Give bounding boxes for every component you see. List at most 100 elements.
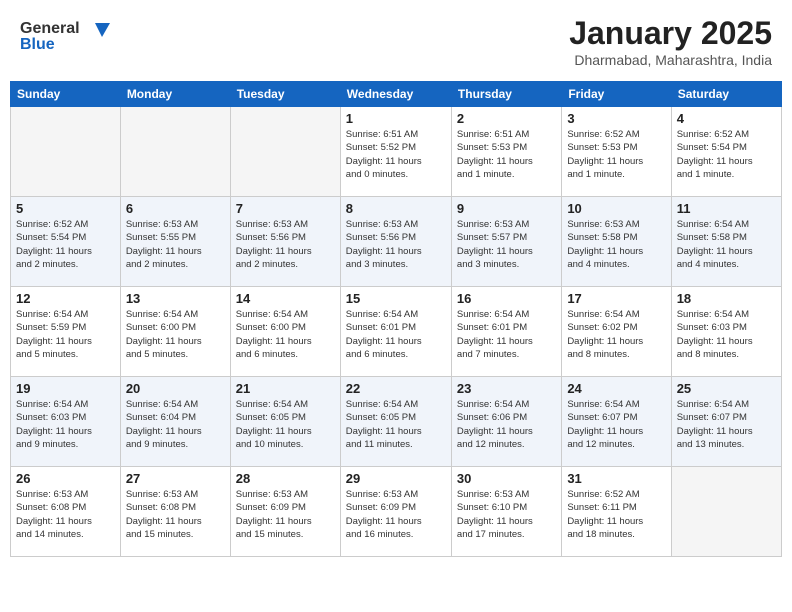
day-number: 11 (677, 201, 776, 216)
day-number: 20 (126, 381, 225, 396)
day-info: Sunrise: 6:53 AM Sunset: 5:56 PM Dayligh… (346, 218, 446, 271)
day-number: 26 (16, 471, 115, 486)
day-number: 17 (567, 291, 665, 306)
day-number: 9 (457, 201, 556, 216)
calendar-cell: 21 Sunrise: 6:54 AM Sunset: 6:05 PM Dayli… (230, 377, 340, 467)
svg-text:General: General (20, 20, 80, 37)
logo-icon: General Blue (20, 15, 110, 53)
day-info: Sunrise: 6:53 AM Sunset: 6:08 PM Dayligh… (16, 488, 115, 541)
calendar-cell: 19 Sunrise: 6:54 AM Sunset: 6:03 PM Dayli… (11, 377, 121, 467)
day-number: 28 (236, 471, 335, 486)
calendar-cell: 4 Sunrise: 6:52 AM Sunset: 5:54 PM Daylig… (671, 107, 781, 197)
location-subtitle: Dharmabad, Maharashtra, India (569, 52, 772, 68)
day-info: Sunrise: 6:52 AM Sunset: 5:54 PM Dayligh… (16, 218, 115, 271)
calendar-cell: 9 Sunrise: 6:53 AM Sunset: 5:57 PM Daylig… (451, 197, 561, 287)
day-number: 19 (16, 381, 115, 396)
day-info: Sunrise: 6:53 AM Sunset: 6:09 PM Dayligh… (236, 488, 335, 541)
calendar-cell: 5 Sunrise: 6:52 AM Sunset: 5:54 PM Daylig… (11, 197, 121, 287)
day-number: 6 (126, 201, 225, 216)
calendar-cell: 17 Sunrise: 6:54 AM Sunset: 6:02 PM Dayli… (562, 287, 671, 377)
day-info: Sunrise: 6:54 AM Sunset: 6:06 PM Dayligh… (457, 398, 556, 451)
weekday-header-friday: Friday (562, 82, 671, 107)
day-number: 13 (126, 291, 225, 306)
day-info: Sunrise: 6:54 AM Sunset: 6:04 PM Dayligh… (126, 398, 225, 451)
day-info: Sunrise: 6:54 AM Sunset: 6:07 PM Dayligh… (677, 398, 776, 451)
calendar-cell: 29 Sunrise: 6:53 AM Sunset: 6:09 PM Dayli… (340, 467, 451, 557)
day-number: 29 (346, 471, 446, 486)
week-row-3: 12 Sunrise: 6:54 AM Sunset: 5:59 PM Dayli… (11, 287, 782, 377)
day-info: Sunrise: 6:51 AM Sunset: 5:53 PM Dayligh… (457, 128, 556, 181)
calendar-cell: 1 Sunrise: 6:51 AM Sunset: 5:52 PM Daylig… (340, 107, 451, 197)
calendar-cell (120, 107, 230, 197)
day-info: Sunrise: 6:53 AM Sunset: 5:58 PM Dayligh… (567, 218, 665, 271)
calendar-cell: 30 Sunrise: 6:53 AM Sunset: 6:10 PM Dayli… (451, 467, 561, 557)
calendar-table: SundayMondayTuesdayWednesdayThursdayFrid… (10, 81, 782, 557)
day-number: 25 (677, 381, 776, 396)
day-number: 4 (677, 111, 776, 126)
calendar-cell: 20 Sunrise: 6:54 AM Sunset: 6:04 PM Dayli… (120, 377, 230, 467)
calendar-cell: 12 Sunrise: 6:54 AM Sunset: 5:59 PM Dayli… (11, 287, 121, 377)
day-number: 24 (567, 381, 665, 396)
calendar-cell: 7Sunrise: 6:53 AM Sunset: 5:56 PM Daylig… (230, 197, 340, 287)
title-block: January 2025 Dharmabad, Maharashtra, Ind… (569, 15, 772, 68)
day-info: Sunrise: 6:54 AM Sunset: 6:05 PM Dayligh… (346, 398, 446, 451)
calendar-cell (671, 467, 781, 557)
calendar-cell: 8 Sunrise: 6:53 AM Sunset: 5:56 PM Daylig… (340, 197, 451, 287)
weekday-header-sunday: Sunday (11, 82, 121, 107)
calendar-cell: 6 Sunrise: 6:53 AM Sunset: 5:55 PM Daylig… (120, 197, 230, 287)
day-info: Sunrise: 6:53 AM Sunset: 5:56 PM Dayligh… (236, 218, 335, 271)
day-number: 3 (567, 111, 665, 126)
weekday-header-saturday: Saturday (671, 82, 781, 107)
calendar-cell: 27Sunrise: 6:53 AM Sunset: 6:08 PM Dayli… (120, 467, 230, 557)
day-info: Sunrise: 6:53 AM Sunset: 5:55 PM Dayligh… (126, 218, 225, 271)
calendar-cell: 11 Sunrise: 6:54 AM Sunset: 5:58 PM Dayli… (671, 197, 781, 287)
day-info: Sunrise: 6:54 AM Sunset: 6:01 PM Dayligh… (457, 308, 556, 361)
calendar-cell (11, 107, 121, 197)
day-info: Sunrise: 6:54 AM Sunset: 6:02 PM Dayligh… (567, 308, 665, 361)
day-info: Sunrise: 6:54 AM Sunset: 6:03 PM Dayligh… (16, 398, 115, 451)
weekday-header-thursday: Thursday (451, 82, 561, 107)
calendar-cell: 10 Sunrise: 6:53 AM Sunset: 5:58 PM Dayli… (562, 197, 671, 287)
calendar-cell: 18 Sunrise: 6:54 AM Sunset: 6:03 PM Dayli… (671, 287, 781, 377)
month-title: January 2025 (569, 15, 772, 52)
calendar-cell: 16 Sunrise: 6:54 AM Sunset: 6:01 PM Dayli… (451, 287, 561, 377)
day-info: Sunrise: 6:54 AM Sunset: 5:58 PM Dayligh… (677, 218, 776, 271)
day-info: Sunrise: 6:53 AM Sunset: 6:10 PM Dayligh… (457, 488, 556, 541)
day-number: 8 (346, 201, 446, 216)
calendar-cell: 26 Sunrise: 6:53 AM Sunset: 6:08 PM Dayli… (11, 467, 121, 557)
weekday-header-wednesday: Wednesday (340, 82, 451, 107)
logo: General Blue (20, 15, 110, 53)
day-info: Sunrise: 6:52 AM Sunset: 5:54 PM Dayligh… (677, 128, 776, 181)
day-number: 1 (346, 111, 446, 126)
day-info: Sunrise: 6:53 AM Sunset: 5:57 PM Dayligh… (457, 218, 556, 271)
day-info: Sunrise: 6:54 AM Sunset: 6:03 PM Dayligh… (677, 308, 776, 361)
day-info: Sunrise: 6:54 AM Sunset: 6:00 PM Dayligh… (236, 308, 335, 361)
calendar-cell: 23Sunrise: 6:54 AM Sunset: 6:06 PM Dayli… (451, 377, 561, 467)
day-info: Sunrise: 6:51 AM Sunset: 5:52 PM Dayligh… (346, 128, 446, 181)
day-number: 30 (457, 471, 556, 486)
calendar-cell: 14Sunrise: 6:54 AM Sunset: 6:00 PM Dayli… (230, 287, 340, 377)
day-number: 10 (567, 201, 665, 216)
calendar-cell: 31Sunrise: 6:52 AM Sunset: 6:11 PM Dayli… (562, 467, 671, 557)
weekday-header-monday: Monday (120, 82, 230, 107)
day-info: Sunrise: 6:54 AM Sunset: 6:05 PM Dayligh… (236, 398, 335, 451)
calendar-cell (230, 107, 340, 197)
calendar-cell: 15 Sunrise: 6:54 AM Sunset: 6:01 PM Dayli… (340, 287, 451, 377)
day-number: 31 (567, 471, 665, 486)
day-number: 5 (16, 201, 115, 216)
day-number: 15 (346, 291, 446, 306)
calendar-cell: 13Sunrise: 6:54 AM Sunset: 6:00 PM Dayli… (120, 287, 230, 377)
day-number: 12 (16, 291, 115, 306)
day-number: 21 (236, 381, 335, 396)
day-info: Sunrise: 6:53 AM Sunset: 6:09 PM Dayligh… (346, 488, 446, 541)
day-info: Sunrise: 6:54 AM Sunset: 6:07 PM Dayligh… (567, 398, 665, 451)
day-number: 22 (346, 381, 446, 396)
day-number: 2 (457, 111, 556, 126)
day-number: 18 (677, 291, 776, 306)
week-row-1: 1 Sunrise: 6:51 AM Sunset: 5:52 PM Daylig… (11, 107, 782, 197)
calendar-cell: 3Sunrise: 6:52 AM Sunset: 5:53 PM Daylig… (562, 107, 671, 197)
page-header: General Blue January 2025 Dharmabad, Mah… (10, 10, 782, 73)
day-number: 16 (457, 291, 556, 306)
day-info: Sunrise: 6:54 AM Sunset: 6:01 PM Dayligh… (346, 308, 446, 361)
day-info: Sunrise: 6:54 AM Sunset: 5:59 PM Dayligh… (16, 308, 115, 361)
